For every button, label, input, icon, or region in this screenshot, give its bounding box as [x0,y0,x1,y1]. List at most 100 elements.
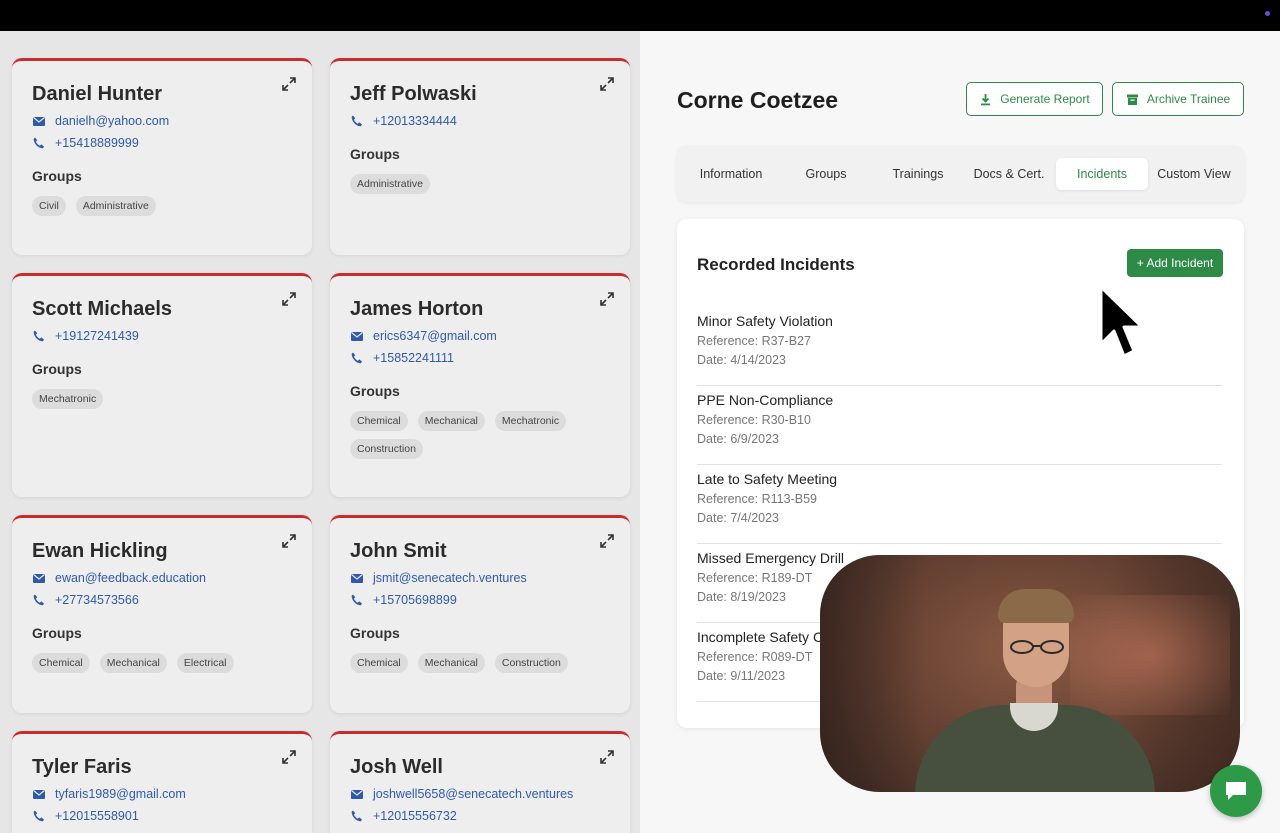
generate-report-label: Generate Report [1000,92,1090,106]
phone-link[interactable]: +12013334444 [373,114,457,128]
trainee-name: Ewan Hickling [32,540,168,562]
group-chip: Mechanical [417,411,485,431]
phone-row[interactable]: +15852241111 [350,351,610,365]
phone-icon [33,810,45,822]
expand-icon[interactable] [599,76,615,92]
email-link[interactable]: jsmit@senecatech.ventures [373,571,527,585]
incident-reference: Reference: R30-B10 [697,413,811,427]
trainee-name: James Horton [350,298,484,320]
phone-link[interactable]: +15705698899 [373,593,457,607]
tab-incidents[interactable]: Incidents [1056,158,1148,190]
expand-icon[interactable] [281,291,297,307]
groups-label: Groups [32,361,82,377]
incident-date: Date: 7/4/2023 [697,511,780,525]
phone-link[interactable]: +27734573566 [55,593,139,607]
expand-icon[interactable] [281,76,297,92]
trainee-card[interactable]: John Smit jsmit@senecatech.ventures +157… [330,515,630,713]
incident-item[interactable]: PPE Non-Compliance Reference: R30-B10 Da… [697,386,1222,465]
group-chips: Chemical Mechanical Mechatronic Construc… [350,411,610,459]
tab-groups[interactable]: Groups [783,158,869,190]
email-row[interactable]: danielh@yahoo.com [32,114,292,128]
groups-label: Groups [32,168,82,184]
trainee-card[interactable]: Ewan Hickling ewan@feedback.education +2… [12,515,312,713]
group-chips: Chemical Mechanical Construction [350,653,610,673]
phone-link[interactable]: +12015556732 [373,809,457,823]
chat-button[interactable] [1210,765,1262,817]
trainee-card[interactable]: James Horton erics6347@gmail.com +158522… [330,273,630,497]
group-chip: Mechatronic [494,411,567,431]
trainee-card[interactable]: Jeff Polwaski +12013334444 Groups Admini… [330,58,630,255]
email-row[interactable]: joshwell5658@senecatech.ventures [350,787,610,801]
expand-icon[interactable] [599,749,615,765]
tab-trainings[interactable]: Trainings [875,158,961,190]
phone-row[interactable]: +12015558901 [32,809,292,823]
group-chip: Administrative [350,174,430,194]
webcam-light [1070,595,1230,715]
glasses-icon [1010,640,1064,654]
phone-row[interactable]: +12015556732 [350,809,610,823]
download-icon [981,93,991,105]
archive-trainee-label: Archive Trainee [1146,92,1231,106]
phone-icon [33,330,45,342]
expand-icon[interactable] [281,533,297,549]
phone-row[interactable]: +27734573566 [32,593,292,607]
trainee-name: Jeff Polwaski [350,83,477,105]
incident-title: Late to Safety Meeting [697,471,838,487]
expand-icon[interactable] [599,291,615,307]
mouse-cursor-icon [1099,285,1144,358]
group-chip: Mechanical [99,653,167,673]
group-chip: Electrical [176,653,234,673]
email-link[interactable]: danielh@yahoo.com [55,114,169,128]
email-row[interactable]: jsmit@senecatech.ventures [350,571,610,585]
trainee-card[interactable]: Scott Michaels +19127241439 Groups Mecha… [12,273,312,497]
archive-icon [1126,94,1138,105]
group-chips: Civil Administrative [32,196,292,216]
phone-row[interactable]: +15705698899 [350,593,610,607]
group-chip: Mechatronic [32,389,104,409]
tab-docs-cert[interactable]: Docs & Cert. [967,158,1051,190]
group-chip: Administrative [75,196,156,216]
group-chips: Chemical Mechanical Electrical [32,653,292,673]
email-row[interactable]: ewan@feedback.education [32,571,292,585]
chat-icon [1226,782,1246,800]
webcam-overlay[interactable] [820,555,1240,792]
email-link[interactable]: ewan@feedback.education [55,571,206,585]
incident-item[interactable]: Late to Safety Meeting Reference: R113-B… [697,465,1222,544]
phone-link[interactable]: +19127241439 [55,329,139,343]
expand-icon[interactable] [281,749,297,765]
phone-link[interactable]: +15418889999 [55,136,139,150]
group-chip: Civil [32,196,66,216]
group-chip: Chemical [350,653,408,673]
email-row[interactable]: erics6347@gmail.com [350,329,610,343]
tab-information[interactable]: Information [685,158,777,190]
email-icon [351,574,363,583]
trainee-name: Scott Michaels [32,298,173,320]
email-row[interactable]: tyfaris1989@gmail.com [32,787,292,801]
top-bar [0,0,1280,31]
phone-icon [351,352,363,364]
archive-trainee-button[interactable]: Archive Trainee [1112,82,1244,116]
group-chip: Mechanical [417,653,485,673]
add-incident-button[interactable]: + Add Incident [1127,249,1223,277]
phone-row[interactable]: +19127241439 [32,329,292,343]
group-chips: Administrative [350,174,610,194]
trainee-card[interactable]: Tyler Faris tyfaris1989@gmail.com +12015… [12,731,312,833]
trainee-name: Josh Well [350,756,443,778]
phone-link[interactable]: +12015558901 [55,809,139,823]
phone-row[interactable]: +15418889999 [32,136,292,150]
phone-row[interactable]: +12013334444 [350,114,610,128]
phone-link[interactable]: +15852241111 [373,351,454,365]
email-icon [33,574,45,583]
generate-report-button[interactable]: Generate Report [966,82,1103,116]
email-link[interactable]: erics6347@gmail.com [373,329,497,343]
email-link[interactable]: joshwell5658@senecatech.ventures [373,787,573,801]
incidents-title: Recorded Incidents [697,255,855,274]
trainee-card[interactable]: Josh Well joshwell5658@senecatech.ventur… [330,731,630,833]
trainee-card[interactable]: Daniel Hunter danielh@yahoo.com +1541888… [12,58,312,255]
incident-reference: Reference: R113-B59 [697,492,817,506]
tab-custom-view[interactable]: Custom View [1153,158,1235,190]
email-link[interactable]: tyfaris1989@gmail.com [55,787,186,801]
trainee-name: John Smit [350,540,447,562]
expand-icon[interactable] [599,533,615,549]
group-chip: Construction [350,439,423,459]
